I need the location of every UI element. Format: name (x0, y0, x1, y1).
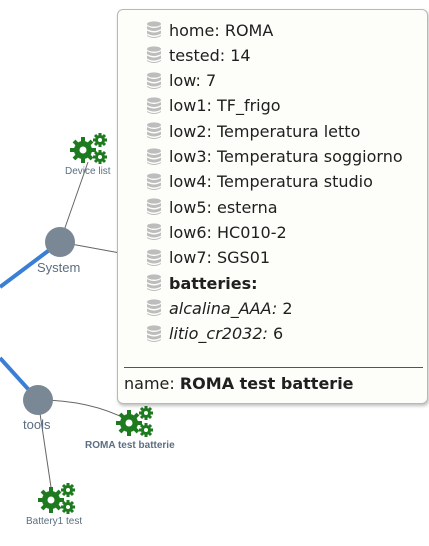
tooltip-row: low: 7 (146, 70, 216, 92)
tooltip-row: low6: HC010-2 (146, 221, 287, 243)
tooltip-battery-row: alcalina_AAA: 2 (146, 297, 293, 319)
tools-node[interactable] (23, 385, 53, 415)
database-icon (146, 97, 162, 119)
battery1-label: Battery1 test (26, 516, 83, 527)
database-icon (146, 299, 162, 321)
database-icon (146, 122, 162, 144)
system-label: System (37, 260, 81, 275)
tooltip-row: low3: Temperatura soggiorno (146, 146, 403, 168)
tooltip-row: low1: TF_frigo (146, 95, 281, 117)
tooltip-row-batteries: batteries: (146, 272, 258, 294)
tooltip-row: tested: 14 (146, 44, 251, 66)
row-text: low4: Temperatura studio (169, 172, 373, 192)
device-list-label: Device list (65, 166, 111, 177)
row-text: low7: SGS01 (169, 248, 271, 268)
tools-label: tools (23, 417, 51, 432)
system-node[interactable] (45, 227, 75, 257)
tooltip-battery-row: litio_cr2032: 6 (146, 323, 283, 345)
roma-test-label: ROMA test batterie (85, 440, 175, 451)
batteries-heading: batteries: (169, 273, 258, 293)
database-icon (146, 147, 162, 170)
database-icon (146, 198, 162, 220)
database-icon (146, 274, 162, 296)
row-text: home: ROMA (169, 20, 274, 40)
footer-value: ROMA test batterie (179, 374, 354, 393)
database-icon (146, 173, 162, 195)
tooltip-row: low4: Temperatura studio (146, 171, 373, 193)
database-icon (146, 324, 162, 347)
battery-row-text: litio_cr2032: 6 (169, 324, 284, 344)
row-text: low2: Temperatura letto (169, 121, 361, 141)
device-list-gears-icon[interactable] (70, 132, 110, 164)
row-text: tested: 14 (169, 45, 251, 65)
node-info-tooltip: home: ROMA tested: 14 low: 7 low1: TF_frigo… (117, 9, 428, 404)
row-text: low1: TF_frigo (169, 96, 281, 116)
database-icon (146, 71, 162, 94)
tooltip-row: low7: SGS01 (146, 247, 270, 269)
tooltip-footer: name: ROMA test batterie (124, 374, 354, 393)
row-text: low5: esterna (169, 197, 278, 217)
row-text: low3: Temperatura soggiorno (169, 147, 403, 166)
tooltip-row: home: ROMA (146, 19, 273, 41)
battery-row-text: alcalina_AAA: 2 (169, 298, 293, 318)
tooltip-divider (124, 367, 423, 368)
row-text: low: 7 (169, 71, 217, 91)
roma-test-gears-icon[interactable] (116, 405, 156, 437)
tooltip-row: low2: Temperatura letto (146, 120, 360, 142)
row-text: low6: HC010-2 (169, 222, 287, 242)
battery1-gears-icon[interactable] (38, 482, 78, 514)
footer-key: name: (124, 374, 175, 393)
tooltip-row: low5: esterna (146, 196, 278, 218)
database-icon (146, 21, 162, 43)
database-icon (146, 249, 162, 271)
database-icon (146, 46, 162, 68)
database-icon (146, 223, 162, 245)
